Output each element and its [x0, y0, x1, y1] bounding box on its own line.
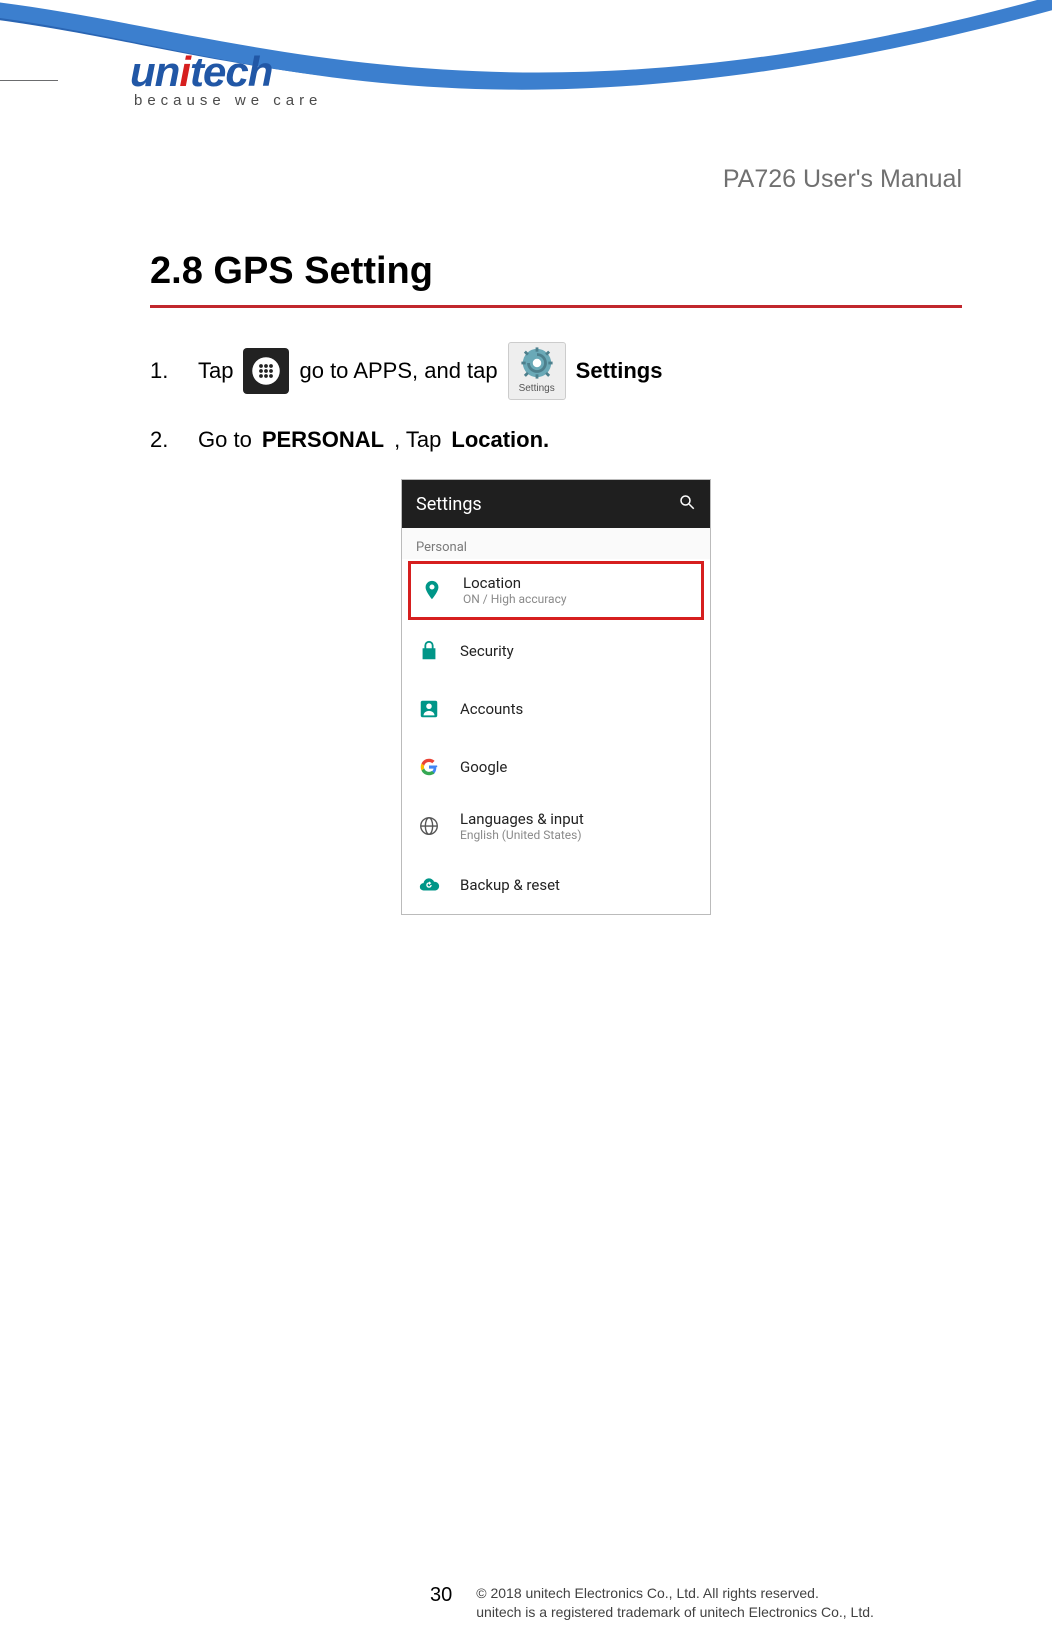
section-heading: 2.8 GPS Setting	[150, 250, 962, 293]
page-number: 30	[430, 1584, 452, 1607]
step-1-num: 1.	[150, 353, 188, 388]
step-1-text-post: Settings	[576, 353, 663, 388]
lock-icon	[418, 640, 440, 662]
row-google[interactable]: Google	[402, 738, 710, 796]
step-2-bold1: PERSONAL	[262, 422, 384, 457]
logo-post: tech	[190, 48, 272, 95]
step-2-mid: , Tap	[394, 422, 441, 457]
step-1-text-mid: go to APPS, and tap	[299, 353, 497, 388]
step-2-pre: Go to	[198, 422, 252, 457]
row-languages-sub: English (United States)	[460, 828, 584, 842]
search-icon[interactable]	[678, 493, 696, 516]
heading-divider	[150, 305, 962, 308]
screenshot-section-label: Personal	[402, 528, 710, 559]
logo-i: i	[179, 48, 190, 95]
apps-icon	[243, 348, 289, 394]
row-location-sub: ON / High accuracy	[463, 592, 567, 606]
settings-app-icon-label: Settings	[519, 381, 555, 397]
screenshot-title: Settings	[416, 494, 482, 515]
row-location[interactable]: Location ON / High accuracy	[408, 561, 704, 619]
copyright-line1: © 2018 unitech Electronics Co., Ltd. All…	[476, 1585, 819, 1601]
step-list: 1. Tap go to APPS, and tap Settings Sett…	[150, 342, 962, 457]
settings-screenshot: Settings Personal Location ON / High acc…	[401, 479, 711, 915]
row-security[interactable]: Security	[402, 622, 710, 680]
left-rule	[0, 80, 58, 81]
row-location-title: Location	[463, 574, 567, 592]
step-1: 1. Tap go to APPS, and tap Settings Sett…	[150, 342, 962, 400]
location-pin-icon	[421, 579, 443, 601]
account-icon	[418, 698, 440, 720]
screenshot-titlebar: Settings	[402, 480, 710, 528]
logo-tagline: because we care	[130, 92, 330, 109]
globe-icon	[418, 815, 440, 837]
row-accounts[interactable]: Accounts	[402, 680, 710, 738]
step-2-bold2: Location.	[451, 422, 549, 457]
step-2: 2. Go to PERSONAL , Tap Location.	[150, 422, 962, 457]
row-backup-title: Backup & reset	[460, 876, 560, 894]
row-security-title: Security	[460, 642, 514, 660]
manual-title: PA726 User's Manual	[723, 165, 962, 194]
step-2-num: 2.	[150, 422, 188, 457]
row-google-title: Google	[460, 758, 507, 776]
brand-logo: unitech because we care	[130, 48, 330, 109]
page-footer: 30 © 2018 unitech Electronics Co., Ltd. …	[150, 1584, 962, 1622]
copyright-line2: unitech is a registered trademark of uni…	[476, 1604, 874, 1620]
row-accounts-title: Accounts	[460, 700, 523, 718]
row-backup[interactable]: Backup & reset	[402, 856, 710, 914]
cloud-reset-icon	[418, 874, 440, 896]
google-g-icon	[418, 756, 440, 778]
row-languages-title: Languages & input	[460, 810, 584, 828]
row-languages[interactable]: Languages & input English (United States…	[402, 796, 710, 856]
logo-pre: un	[130, 48, 179, 95]
settings-app-icon: Settings	[508, 342, 566, 400]
header-swoosh	[0, 0, 1052, 250]
step-1-text-pre: Tap	[198, 353, 233, 388]
